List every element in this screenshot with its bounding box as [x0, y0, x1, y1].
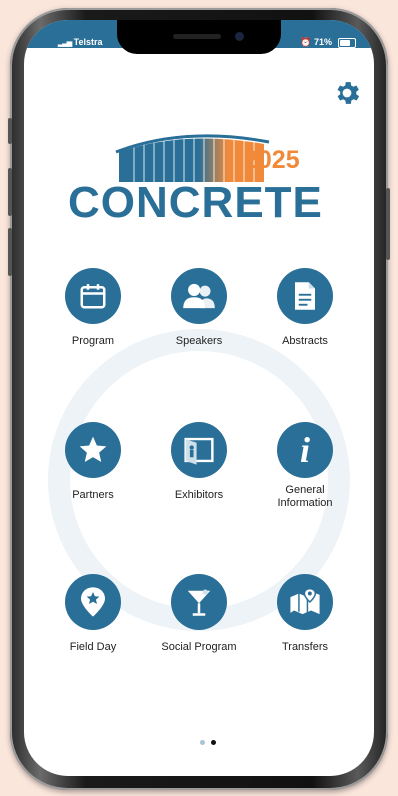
tile-label: Transfers [281, 641, 329, 653]
menu-tile-transfers[interactable]: Transfers [250, 574, 360, 654]
star-icon [79, 436, 107, 462]
people-icon [183, 283, 215, 309]
menu-tile-speakers[interactable]: Speakers [144, 268, 254, 348]
tile-label: Exhibitors [174, 489, 224, 501]
menu-tile-program[interactable]: Program [38, 268, 148, 348]
field-day-circle[interactable] [65, 574, 121, 630]
alarm-icon: ⏰ [300, 37, 312, 47]
menu-tile-abstracts[interactable]: Abstracts [250, 268, 360, 348]
tile-label: Field Day [69, 641, 117, 653]
menu-tile-partners[interactable]: Partners [38, 422, 148, 502]
cocktail-glass-icon [187, 589, 211, 616]
menu-tile-exhibitors[interactable]: Exhibitors [144, 422, 254, 502]
program-circle[interactable] [65, 268, 121, 324]
calendar-icon [80, 284, 106, 309]
volume-up-button [8, 168, 12, 216]
speaker-grille [173, 34, 221, 39]
app-screen: ▂▃▅ Telstra ⏰ 71% 2025 CONCRETE Program … [24, 20, 374, 776]
tile-label: General Information [277, 484, 333, 509]
mute-switch [8, 118, 12, 144]
social-program-circle[interactable] [171, 574, 227, 630]
logo-year: 2025 [244, 146, 300, 174]
tile-label: Social Program [161, 641, 237, 653]
menu-tile-general-information[interactable]: i General Information [250, 422, 360, 510]
battery-icon [338, 38, 356, 48]
menu-tile-social-program[interactable]: Social Program [144, 574, 254, 654]
signal-icon: ▂▃▅ [58, 40, 72, 47]
abstracts-circle[interactable] [277, 268, 333, 324]
speakers-circle[interactable] [171, 268, 227, 324]
document-icon [295, 282, 315, 310]
carrier-label: ▂▃▅ Telstra [58, 37, 103, 47]
battery-label: ⏰ 71% [300, 37, 332, 47]
notch [117, 20, 281, 54]
power-button [386, 188, 390, 260]
menu-tile-field-day[interactable]: Field Day [38, 574, 148, 654]
map-pin-star-icon [81, 587, 105, 617]
partners-circle[interactable] [65, 422, 121, 478]
info-icon: i [299, 430, 310, 470]
tile-label: Abstracts [282, 335, 328, 347]
map-location-icon [290, 587, 320, 615]
tile-label: Speakers [175, 335, 223, 347]
settings-gear-icon[interactable] [332, 78, 362, 108]
page-dot-2[interactable] [211, 740, 216, 745]
tile-label: Program [71, 335, 115, 347]
transfers-circle[interactable] [277, 574, 333, 630]
booth-icon [184, 437, 214, 465]
front-camera [235, 32, 244, 41]
general-information-circle[interactable]: i [277, 422, 333, 478]
logo-wordmark: CONCRETE [68, 178, 323, 227]
tile-label: Partners [72, 489, 114, 501]
exhibitors-circle[interactable] [171, 422, 227, 478]
page-dot-1[interactable] [200, 740, 205, 745]
volume-down-button [8, 228, 12, 276]
